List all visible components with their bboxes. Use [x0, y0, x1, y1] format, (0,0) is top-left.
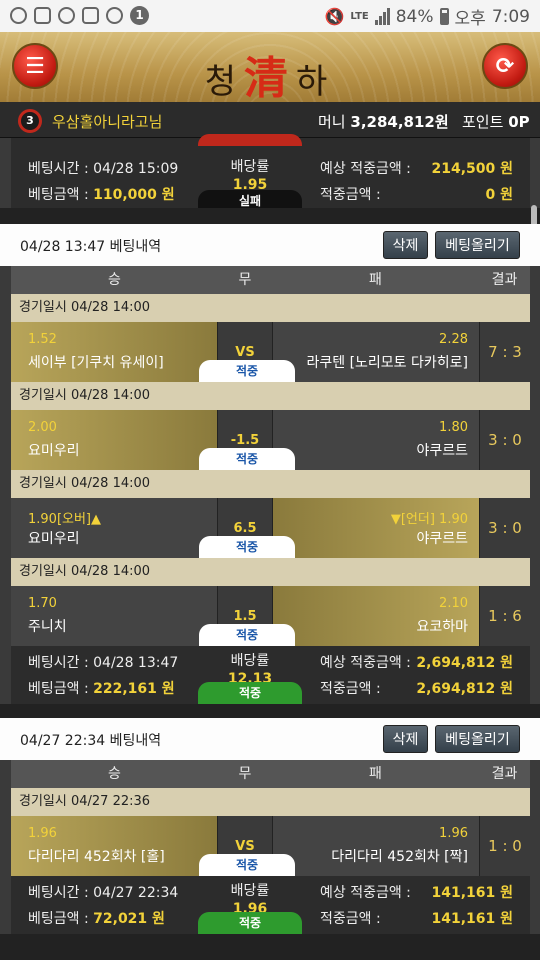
bet-summary: 베팅시간 : 04/27 22:34 베팅금액 : 72,021 원 배당률 1.…	[11, 876, 530, 934]
status-bar: 1 🔇 LTE 84% 오후 7:09	[0, 0, 540, 32]
home-pick[interactable]: 1.90[오버]▲ 요미우리	[11, 498, 218, 558]
pinwheel-icon	[58, 7, 75, 24]
match-row: 2.00 요미우리 -1.5 1.80 야쿠르트 3 : 0 적중	[11, 410, 530, 470]
app-header: ☰ 청清하 ⟳	[0, 32, 540, 102]
match-date: 경기일시 04/28 14:00	[11, 470, 530, 498]
away-pick[interactable]: 2.28 라쿠텐 [노리모토 다카히로]	[272, 322, 479, 382]
notification-count-badge: 1	[130, 6, 149, 25]
refresh-icon: ⟳	[495, 53, 515, 79]
lte-label: LTE	[350, 11, 369, 22]
expected-amount: 141,161 원	[431, 885, 513, 901]
match-result: 3 : 0	[479, 410, 530, 470]
status-badge: 적중	[199, 448, 295, 470]
match-row: 1.96 다리다리 452회차 [홀] VS 1.96 다리다리 452회차 [짝]…	[11, 816, 530, 876]
status-badge: 적중	[199, 536, 295, 558]
status-badge: 적중	[199, 360, 295, 382]
level-badge: 3	[18, 109, 42, 133]
match-result: 3 : 0	[479, 498, 530, 558]
status-badge: 적중	[199, 854, 295, 876]
bet-summary: 베팅시간 : 04/28 13:47 베팅금액 : 222,161 원 배당률 1…	[11, 646, 530, 704]
status-badge: 적중	[198, 682, 302, 704]
won-amount: 2,694,812 원	[416, 681, 513, 697]
column-headers: 승 무 패 결과	[11, 266, 530, 294]
bet-amount: 72,021 원	[93, 911, 165, 927]
match-row: 1.52 세이부 [기쿠치 유세이] VS 2.28 라쿠텐 [노리모토 다카히로]…	[11, 322, 530, 382]
away-pick[interactable]: 2.10 요코하마	[272, 586, 479, 646]
money-display: 머니 3,284,812원	[318, 113, 449, 131]
user-info-bar: 3 우삼홀아니라고님 머니 3,284,812원 포인트 0P	[0, 102, 540, 138]
sync-icon	[10, 7, 27, 24]
username[interactable]: 우삼홀아니라고님	[52, 111, 162, 132]
sim-icon	[34, 7, 51, 24]
match-date: 경기일시 04/28 14:00	[11, 558, 530, 586]
bet-time: 04/28 13:47	[93, 655, 179, 671]
bet-summary-top: 베팅시간 : 04/28 15:09 베팅금액 : 110,000 원 배당률 1…	[11, 134, 530, 212]
home-pick[interactable]: 1.52 세이부 [기쿠치 유세이]	[11, 322, 218, 382]
won-amount: 0 원	[485, 187, 514, 203]
clock-ampm: 오후	[454, 9, 486, 29]
mute-icon: 🔇	[324, 7, 345, 26]
app-logo: 청清하	[204, 53, 336, 102]
match-date: 경기일시 04/27 22:36	[11, 788, 530, 816]
clock-time: 7:09	[491, 6, 530, 27]
status-badge: 적중	[199, 624, 295, 646]
match-result: 1 : 6	[479, 586, 530, 646]
match-row: 1.90[오버]▲ 요미우리 6.5 ▼[언더] 1.90 야쿠르트 3 : 0 적…	[11, 498, 530, 558]
match-date: 경기일시 04/28 14:00	[11, 382, 530, 410]
battery-percent: 84%	[395, 6, 434, 27]
bet-amount: 110,000 원	[93, 187, 175, 203]
signal-icon	[374, 8, 390, 25]
home-pick[interactable]: 1.70 주니치	[11, 586, 218, 646]
away-pick[interactable]: 1.96 다리다리 452회차 [짝]	[272, 816, 479, 876]
history-header: 04/28 13:47 베팅내역 삭제 베팅올리기	[0, 224, 540, 266]
match-row: 1.70 주니치 1.5 2.10 요코하마 1 : 6 적중	[11, 586, 530, 646]
refresh-button[interactable]: ⟳	[482, 43, 528, 89]
bet-time: 04/28 15:09	[93, 161, 179, 177]
match-result: 1 : 0	[479, 816, 530, 876]
status-badge: 적중	[198, 912, 302, 934]
bet-amount: 222,161 원	[93, 681, 175, 697]
column-headers: 승 무 패 결과	[11, 760, 530, 788]
away-pick[interactable]: ▼[언더] 1.90 야쿠르트	[272, 498, 479, 558]
point-display: 포인트 0P	[462, 113, 530, 131]
expected-amount: 2,694,812 원	[416, 655, 513, 671]
bet-time: 04/27 22:34	[93, 885, 179, 901]
delete-button[interactable]: 삭제	[383, 725, 428, 753]
history-header: 04/27 22:34 베팅내역 삭제 베팅올리기	[0, 718, 540, 760]
away-pick[interactable]: 1.80 야쿠르트	[272, 410, 479, 470]
battery-icon	[439, 8, 449, 25]
home-pick[interactable]: 1.96 다리다리 452회차 [홀]	[11, 816, 218, 876]
home-pick[interactable]: 2.00 요미우리	[11, 410, 218, 470]
gallery-icon	[82, 7, 99, 24]
match-result: 7 : 3	[479, 322, 530, 382]
expected-amount: 214,500 원	[431, 161, 513, 177]
repost-button[interactable]: 베팅올리기	[435, 231, 520, 259]
match-date: 경기일시 04/28 14:00	[11, 294, 530, 322]
delete-button[interactable]: 삭제	[383, 231, 428, 259]
repost-button[interactable]: 베팅올리기	[435, 725, 520, 753]
won-amount: 141,161 원	[431, 911, 513, 927]
chat-icon	[106, 7, 123, 24]
